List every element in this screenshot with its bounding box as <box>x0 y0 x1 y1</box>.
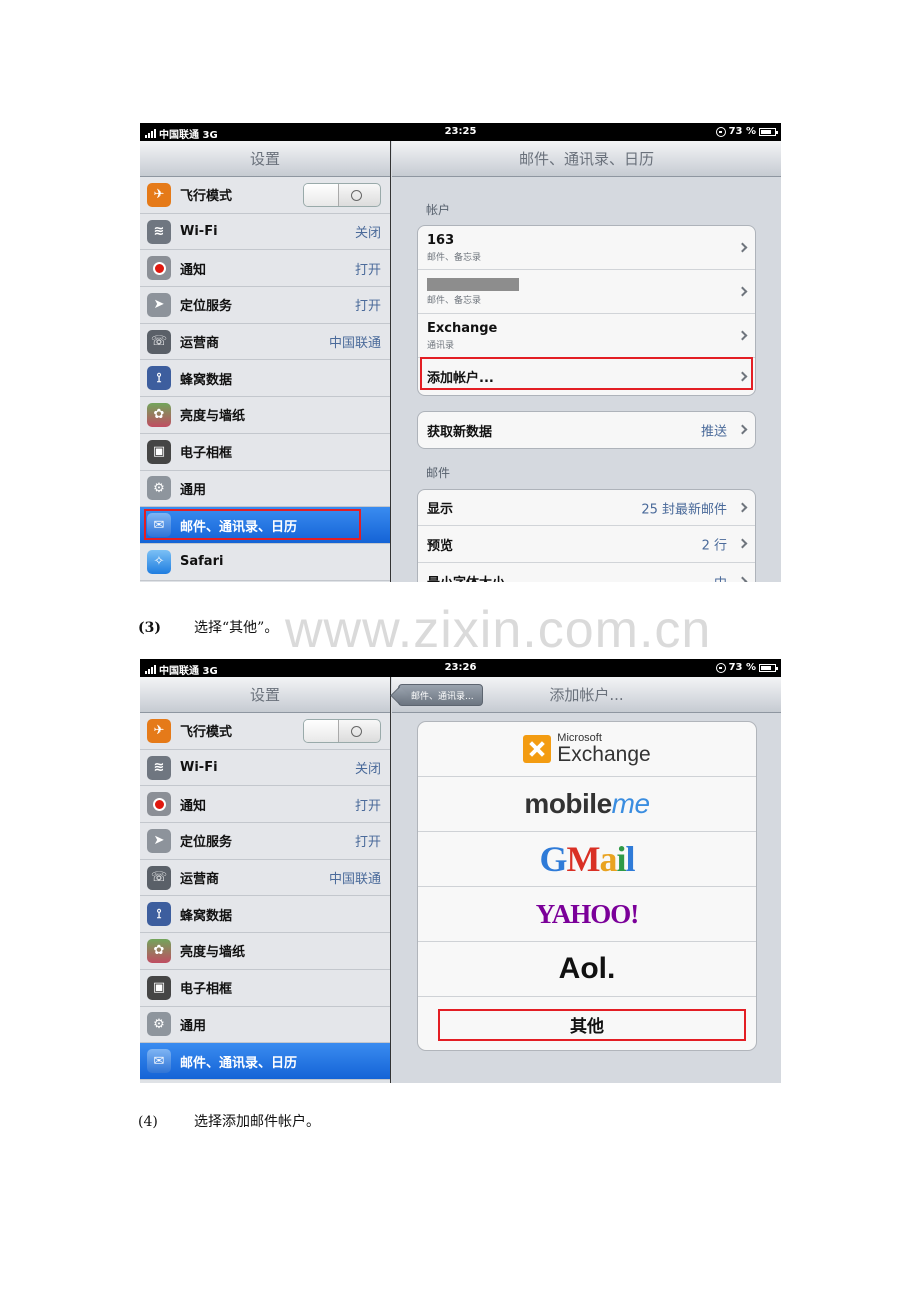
airplane-mode-toggle[interactable] <box>303 719 381 743</box>
mail-min-font-row[interactable]: 最小字体大小 中 <box>418 563 755 582</box>
settings-item-cellular[interactable]: ⟟ 蜂窝数据 <box>140 896 390 934</box>
watermark: www.zixin.com.cn <box>285 601 712 659</box>
mail-show-row[interactable]: 显示 25 封最新邮件 <box>418 490 755 526</box>
status-bar: 中国联通 3G 23:26 73 % <box>140 659 781 677</box>
highlight-box-add-account <box>420 357 753 390</box>
carrier-icon: ☏ <box>147 865 171 890</box>
yahoo-logo: YAHOO! <box>535 898 640 929</box>
provider-mobileme[interactable]: mobileme <box>418 777 756 832</box>
settings-item-wifi[interactable]: ≋ Wi-Fi 关闭 <box>140 213 390 251</box>
settings-item-general[interactable]: ⚙ 通用 <box>140 470 390 508</box>
settings-master-pane: 设置 ✈ 飞行模式 ≋ Wi-Fi 关闭 通知 打开 ➤ 定位服务 打开 ☏ 运… <box>140 677 391 1083</box>
gmail-logo: GMail <box>539 839 635 879</box>
step-caption-4: (4) 选择添加邮件帐户。 <box>138 1114 320 1130</box>
account-row-163[interactable]: 163 邮件、备忘录 <box>418 226 755 270</box>
cellular-icon: ⟟ <box>147 366 171 391</box>
mail-options-group: 显示 25 封最新邮件 预览 2 行 最小字体大小 中 <box>417 489 756 582</box>
safari-icon: ✧ <box>147 549 171 574</box>
accounts-section-header: 帐户 <box>426 203 451 217</box>
mail-icon: ✉ <box>147 1049 171 1074</box>
provider-other[interactable]: 其他 <box>418 997 756 1050</box>
aol-logo: Aol. <box>558 952 616 985</box>
highlight-box-other <box>438 1009 746 1041</box>
screenshot-add-account: 中国联通 3G 23:26 73 % 设置 ✈ 飞行模式 ≋ Wi-Fi 关闭 <box>140 659 781 1083</box>
picture-frame-icon: ▣ <box>147 439 171 464</box>
mobileme-logo: mobileme <box>524 788 650 819</box>
settings-item-picture-frame[interactable]: ▣ 电子相框 <box>140 969 390 1007</box>
account-row-exchange[interactable]: Exchange 通讯录 <box>418 314 755 358</box>
airplane-mode-toggle[interactable] <box>303 183 381 207</box>
brightness-icon: ✿ <box>147 938 171 963</box>
settings-item-wifi[interactable]: ≋ Wi-Fi 关闭 <box>140 749 390 787</box>
settings-item-picture-frame[interactable]: ▣ 电子相框 <box>140 433 390 471</box>
battery-percent: 73 % <box>728 662 756 673</box>
settings-item-carrier[interactable]: ☏ 运营商 中国联通 <box>140 859 390 897</box>
master-navbar: 设置 <box>140 141 390 177</box>
exchange-icon <box>523 735 552 763</box>
mail-section-header: 邮件 <box>426 466 451 480</box>
detail-title: 添加帐户... <box>549 686 624 704</box>
cellular-icon: ⟟ <box>147 902 171 927</box>
settings-master-pane: 设置 ✈ 飞行模式 ≋ Wi-Fi 关闭 通知 打开 ➤ 定位服务 打开 ☏ 运… <box>140 141 391 582</box>
airplane-icon: ✈ <box>147 718 171 743</box>
highlight-box-mail-item <box>144 509 361 540</box>
provider-yahoo[interactable]: YAHOO! <box>418 887 756 942</box>
provider-exchange[interactable]: Microsoft Exchange <box>418 722 756 777</box>
battery-icon <box>759 127 778 136</box>
settings-item-notifications[interactable]: 通知 打开 <box>140 786 390 824</box>
carrier-icon: ☏ <box>147 329 171 354</box>
master-title: 设置 <box>249 686 280 704</box>
detail-navbar: 邮件、通讯录、日历 <box>392 141 781 177</box>
location-icon: ➤ <box>147 828 171 853</box>
provider-list: Microsoft Exchange mobileme GMail YAHOO!… <box>417 721 757 1051</box>
provider-aol[interactable]: Aol. <box>418 942 756 997</box>
rotation-lock-icon <box>715 662 726 673</box>
settings-item-notifications[interactable]: 通知 打开 <box>140 250 390 288</box>
provider-gmail[interactable]: GMail <box>418 832 756 887</box>
wifi-icon: ≋ <box>147 219 171 244</box>
mail-settings-detail-pane: 邮件、通讯录、日历 帐户 163 邮件、备忘录 邮件、备忘录 Exchange … <box>392 141 781 582</box>
detail-navbar: 邮件、通讯录... 添加帐户... <box>392 677 781 713</box>
general-icon: ⚙ <box>147 476 171 501</box>
general-icon: ⚙ <box>147 1012 171 1037</box>
settings-item-mail[interactable]: ✉ 邮件、通讯录、日历 <box>140 1043 390 1080</box>
fetch-new-data-row[interactable]: 获取新数据 推送 <box>418 412 755 448</box>
clock: 23:26 <box>444 662 477 673</box>
settings-item-airplane-mode[interactable]: ✈ 飞行模式 <box>140 713 390 750</box>
battery-icon <box>759 663 778 672</box>
wifi-icon: ≋ <box>147 755 171 780</box>
settings-item-cellular[interactable]: ⟟ 蜂窝数据 <box>140 360 390 398</box>
settings-item-brightness[interactable]: ✿ 亮度与墙纸 <box>140 397 390 434</box>
notification-icon <box>147 256 171 281</box>
location-icon: ➤ <box>147 292 171 317</box>
account-row-redacted[interactable]: 邮件、备忘录 <box>418 270 755 314</box>
settings-item-location[interactable]: ➤ 定位服务 打开 <box>140 823 390 860</box>
settings-list: ✈ 飞行模式 ≋ Wi-Fi 关闭 通知 打开 ➤ 定位服务 打开 ☏ 运营商 … <box>140 713 390 1080</box>
brightness-icon: ✿ <box>147 402 171 427</box>
settings-item-airplane-mode[interactable]: ✈ 飞行模式 <box>140 177 390 214</box>
clock: 23:25 <box>444 126 477 137</box>
settings-item-location[interactable]: ➤ 定位服务 打开 <box>140 287 390 324</box>
fetch-group: 获取新数据 推送 <box>417 411 756 449</box>
airplane-icon: ✈ <box>147 182 171 207</box>
step-caption-3: (3) 选择“其他”。 <box>138 620 279 636</box>
back-button[interactable]: 邮件、通讯录... <box>398 684 483 706</box>
settings-item-carrier[interactable]: ☏ 运营商 中国联通 <box>140 323 390 361</box>
rotation-lock-icon <box>715 126 726 137</box>
master-navbar: 设置 <box>140 677 390 713</box>
status-bar: 中国联通 3G 23:25 73 % <box>140 123 781 141</box>
settings-item-brightness[interactable]: ✿ 亮度与墙纸 <box>140 933 390 970</box>
settings-item-safari[interactable]: ✧ Safari <box>140 543 390 581</box>
picture-frame-icon: ▣ <box>147 975 171 1000</box>
battery-percent: 73 % <box>728 126 756 137</box>
settings-item-general[interactable]: ⚙ 通用 <box>140 1006 390 1044</box>
exchange-logo: Microsoft Exchange <box>523 733 651 765</box>
detail-title: 邮件、通讯录、日历 <box>518 150 654 168</box>
add-account-detail-pane: 邮件、通讯录... 添加帐户... Microsoft Exchange mob… <box>392 677 781 1083</box>
mail-preview-row[interactable]: 预览 2 行 <box>418 526 755 563</box>
redacted-account-name <box>427 277 519 291</box>
master-title: 设置 <box>249 150 280 168</box>
notification-icon <box>147 792 171 817</box>
screenshot-mail-settings: 中国联通 3G 23:25 73 % 设置 ✈ 飞行模式 ≋ Wi-Fi 关闭 <box>140 123 781 582</box>
